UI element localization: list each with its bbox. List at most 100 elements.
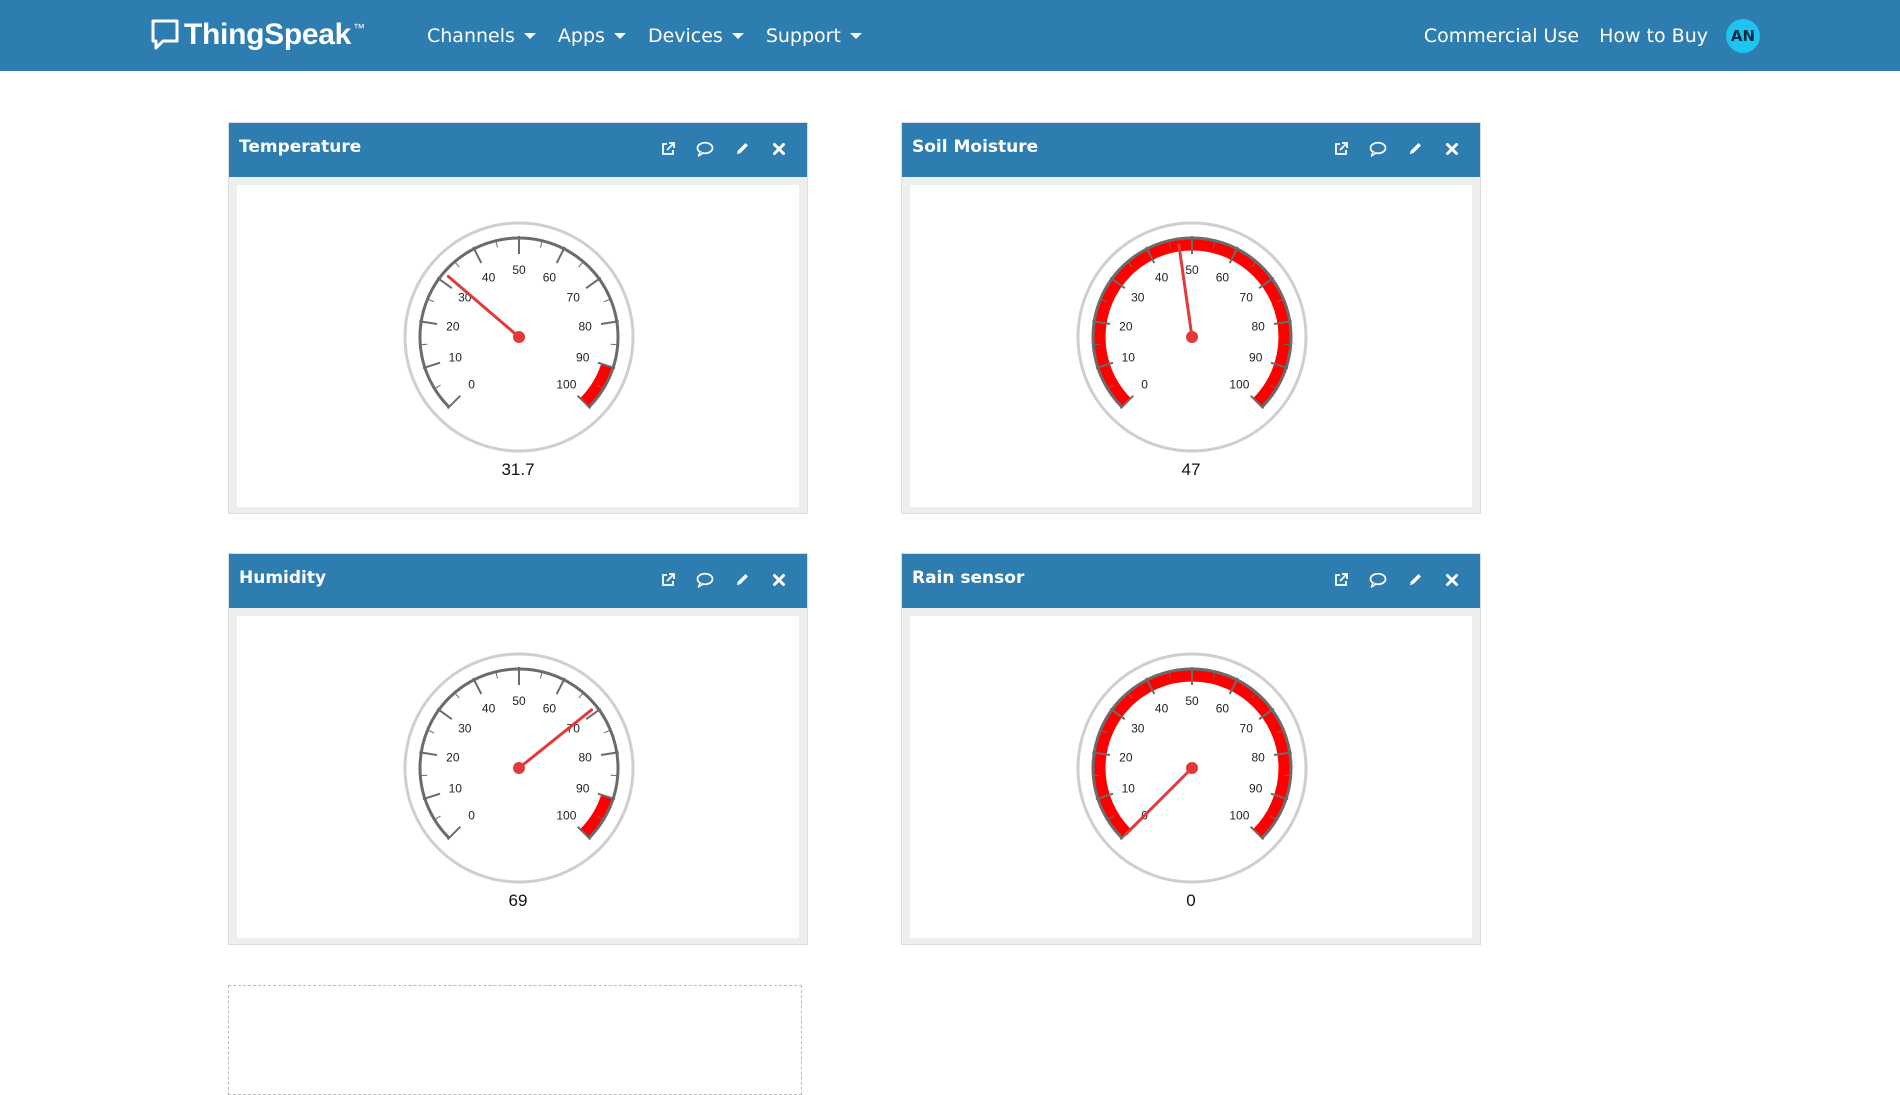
widget-toolbar [1314,139,1462,159]
gauge-minor-tick [610,343,618,346]
gauge-tick-label: 10 [449,351,463,365]
widget-title: Soil Moisture [912,137,1039,157]
external-link-icon[interactable] [1331,139,1351,159]
pencil-icon[interactable] [1405,570,1425,590]
chevron-down-icon [849,32,862,39]
gauge-panel: 0 10 20 30 40 50 60 70 80 90 100 47 [910,185,1472,507]
gauge-minor-tick [610,774,618,777]
pencil-icon[interactable] [732,139,752,159]
close-icon[interactable] [1442,570,1462,590]
menu-channels-label: Channels [427,24,515,47]
user-avatar[interactable]: AN [1726,18,1760,53]
thingspeak-logo[interactable]: ThingSpeak ™ [150,15,365,55]
widget-humidity: Humidity 0 10 20 30 40 50 60 70 80 90 100 69 [228,553,808,945]
gauge-value-readout: 47 [1181,460,1201,479]
gauge-tick-label: 70 [1240,291,1254,305]
menu-apps-label: Apps [557,24,605,47]
gauge-needle-hub [1186,762,1198,774]
gauge-tick-label: 80 [1251,320,1265,334]
gauge-tick-label: 10 [1122,351,1136,365]
gauge-tick-label: 30 [1131,291,1145,305]
gauge-tick-label: 100 [1229,808,1249,822]
widget-header: Soil Moisture [902,123,1480,177]
gauge-panel: 0 10 20 30 40 50 60 70 80 90 100 31.7 [237,185,799,507]
menu-support[interactable]: Support [766,25,862,47]
gauge-tick-label: 60 [1216,701,1230,715]
gauge-value-readout: 31.7 [501,460,535,479]
gauge-tick-label: 90 [1249,351,1263,365]
top-navbar: ThingSpeak ™ Channels Apps Devices Suppo… [0,0,1900,71]
gauge-tick-label: 80 [1251,751,1265,765]
gauge-tick-label: 0 [468,377,475,391]
menu-apps[interactable]: Apps [558,25,626,47]
gauge-tick-label: 20 [1119,751,1133,765]
gauge-tick-label: 0 [1141,377,1148,391]
menu-support-label: Support [765,24,841,47]
chat-bubble-logo-icon [151,19,179,50]
gauge-tick-label: 10 [1122,782,1136,796]
gauge-panel: 0 10 20 30 40 50 60 70 80 90 100 69 [237,616,799,938]
gauge-tick-label: 50 [512,263,526,277]
gauge-tick-label: 40 [1155,701,1169,715]
menu-devices-label: Devices [647,24,723,47]
external-link-icon[interactable] [658,139,678,159]
gauge-value-readout: 69 [508,891,528,910]
menu-devices[interactable]: Devices [648,25,744,47]
trademark-mark: ™ [353,21,366,35]
gauge-tick-label: 0 [468,808,475,822]
chevron-down-icon [731,32,744,39]
gauge-tick-label: 100 [556,808,576,822]
gauge-value-readout: 0 [1186,891,1196,910]
close-icon[interactable] [769,570,789,590]
close-icon[interactable] [769,139,789,159]
gauge-tick-label: 100 [556,377,576,391]
gauge-tick-label: 10 [449,782,463,796]
gauge-minor-tick [1093,774,1101,777]
gauge-minor-tick [1283,343,1291,346]
widget-header: Rain sensor [902,554,1480,608]
gauge-minor-tick [420,774,428,777]
external-link-icon[interactable] [658,570,678,590]
close-icon[interactable] [1442,139,1462,159]
menu-channels[interactable]: Channels [427,25,536,47]
widget-toolbar [641,570,789,590]
gauge-tick-label: 80 [578,320,592,334]
widget-rain-sensor: Rain sensor01020304050607080901000 [901,553,1481,945]
nav-right: Commercial Use How to Buy AN [1404,0,1760,71]
gauge-tick-label: 50 [512,694,526,708]
gauge-tick-label: 40 [482,270,496,284]
gauge-tick-label: 30 [458,291,472,305]
gauge-tick-label: 60 [543,270,557,284]
pencil-icon[interactable] [732,570,752,590]
gauge-tick-label: 60 [1216,270,1230,284]
gauge-tick-label: 20 [446,320,460,334]
comment-icon[interactable] [1368,139,1388,159]
how-to-buy-link[interactable]: How to Buy [1599,25,1708,47]
chevron-down-icon [613,32,626,39]
gauge-tick-label: 20 [1119,320,1133,334]
main-menu: Channels Apps Devices Support [427,0,884,71]
comment-icon[interactable] [695,570,715,590]
gauge-minor-tick [1283,774,1291,777]
gauge-tick-label: 50 [1185,263,1199,277]
gauge-tick-label: 30 [458,722,472,736]
gauge-minor-tick [420,343,428,346]
gauge-tick-label: 20 [446,751,460,765]
comment-icon[interactable] [695,139,715,159]
gauge-tick-label: 30 [1131,722,1145,736]
widget-toolbar [1314,570,1462,590]
gauge-tick-label: 50 [1185,694,1199,708]
comment-icon[interactable] [1368,570,1388,590]
gauge-minor-tick [1093,343,1101,346]
gauge-tick-label: 80 [578,751,592,765]
gauge-tick-label: 90 [576,782,590,796]
pencil-icon[interactable] [1405,139,1425,159]
gauge-tick-label: 90 [1249,782,1263,796]
external-link-icon[interactable] [1331,570,1351,590]
gauge-needle-hub [1186,331,1198,343]
empty-widget-placeholder [228,985,802,1095]
widget-header: Temperature [229,123,807,177]
gauge-tick-label: 100 [1229,377,1249,391]
gauge-needle-hub [513,331,525,343]
commercial-use-link[interactable]: Commercial Use [1424,25,1579,47]
